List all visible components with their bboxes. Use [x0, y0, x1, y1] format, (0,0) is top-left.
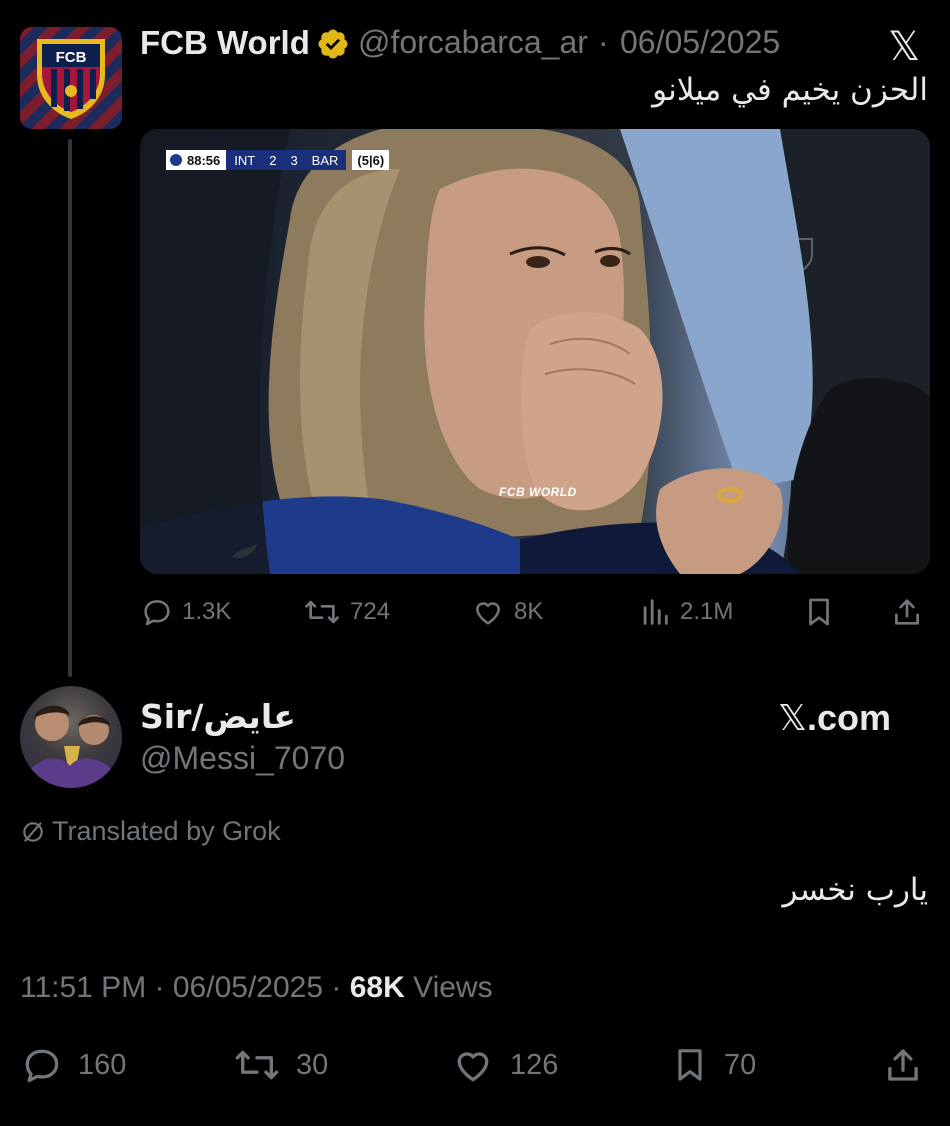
reply-author-name[interactable]: Sir/عايض	[140, 697, 296, 736]
match-scorebug: 88:56 INT 2 3 BAR (5|6)	[166, 150, 390, 170]
reply-action-bar: 160 30 126 70	[20, 1043, 925, 1087]
site-suffix: .com	[807, 697, 892, 738]
away-score: 3	[290, 152, 298, 168]
reply-post-text: يارب نخسر	[782, 872, 928, 908]
verified-badge-icon	[318, 29, 348, 59]
thread-connector-line	[68, 139, 72, 677]
x-logo: 𝕏	[888, 24, 921, 70]
x-logo: 𝕏	[778, 698, 808, 739]
repost-button[interactable]: 30	[232, 1043, 328, 1087]
translated-by-label: Translated by Grok	[52, 816, 281, 846]
reply-count: 1.3K	[182, 598, 232, 625]
share-button[interactable]	[882, 1043, 924, 1087]
share-icon	[888, 1049, 918, 1081]
views-button[interactable]: 2.1M	[638, 592, 733, 632]
bookmark-count: 70	[724, 1048, 757, 1081]
separator-dot: ·	[331, 971, 342, 1004]
reply-icon	[25, 1049, 59, 1083]
quoted-post-text: الحزن يخيم في ميلانو	[652, 72, 928, 108]
reply-icon	[144, 600, 170, 626]
translation-notice[interactable]: Translated by Grok	[20, 816, 281, 847]
repost-count: 30	[296, 1048, 329, 1081]
bookmark-icon	[678, 1049, 702, 1081]
post-metadata: 11:51 PM · 06/05/2025 · 68K Views	[20, 971, 493, 1005]
like-button[interactable]: 8K	[470, 592, 543, 632]
quoted-post-date[interactable]: 06/05/2025	[620, 24, 780, 61]
bookmark-icon	[809, 598, 829, 626]
like-icon	[476, 602, 500, 625]
photo-watermark: FCB WORLD	[499, 485, 577, 499]
share-icon	[895, 599, 919, 625]
reply-button[interactable]: 160	[20, 1043, 126, 1087]
aggregate-score: (5|6)	[352, 150, 390, 170]
bookmark-button[interactable]: 70	[670, 1043, 756, 1087]
reply-author-avatar[interactable]	[20, 686, 122, 788]
match-clock: 88:56	[187, 152, 221, 168]
champions-league-ball-icon	[170, 154, 182, 166]
grok-translate-icon	[23, 821, 43, 842]
away-team: BAR	[311, 152, 339, 168]
like-icon	[457, 1052, 489, 1082]
view-count: 2.1M	[680, 598, 734, 625]
svg-text:FCB: FCB	[56, 49, 87, 66]
quoted-post-photo[interactable]: 88:56 INT 2 3 BAR (5|6) FCB WORLD	[140, 129, 930, 574]
quoted-action-bar: 1.3K 724 8K 2.1M	[140, 592, 930, 632]
x-com-branding: 𝕏.com	[778, 697, 891, 739]
avatar-photo	[20, 705, 122, 788]
separator-dot: ·	[154, 971, 165, 1004]
views-label: Views	[413, 971, 493, 1004]
reply-count: 160	[78, 1048, 127, 1081]
like-count: 126	[510, 1048, 559, 1081]
quoted-author-name[interactable]: FCB World	[140, 24, 310, 62]
reply-button[interactable]: 1.3K	[140, 592, 231, 632]
home-score: 2	[269, 152, 277, 168]
views-icon	[643, 599, 668, 625]
photo-illustration	[140, 129, 930, 574]
repost-icon	[305, 600, 339, 624]
quoted-author-handle[interactable]: @forcabarca_ar	[358, 24, 588, 61]
post-date[interactable]: 06/05/2025	[173, 971, 323, 1004]
like-button[interactable]: 126	[450, 1043, 558, 1087]
like-count: 8K	[514, 598, 544, 625]
quoted-author-avatar[interactable]: FCB	[20, 27, 122, 129]
separator-dot: ·	[598, 24, 609, 60]
post-time[interactable]: 11:51 PM	[20, 971, 146, 1004]
bookmark-button[interactable]	[802, 592, 836, 632]
share-button[interactable]	[890, 592, 924, 632]
repost-icon	[235, 1050, 279, 1080]
home-team: INT	[234, 152, 256, 168]
reply-author-handle[interactable]: @Messi_7070	[140, 740, 345, 777]
repost-count: 724	[350, 598, 391, 625]
repost-button[interactable]: 724	[302, 592, 390, 632]
views-count[interactable]: 68K	[350, 971, 405, 1004]
fcb-crest-icon: FCB	[37, 39, 105, 119]
